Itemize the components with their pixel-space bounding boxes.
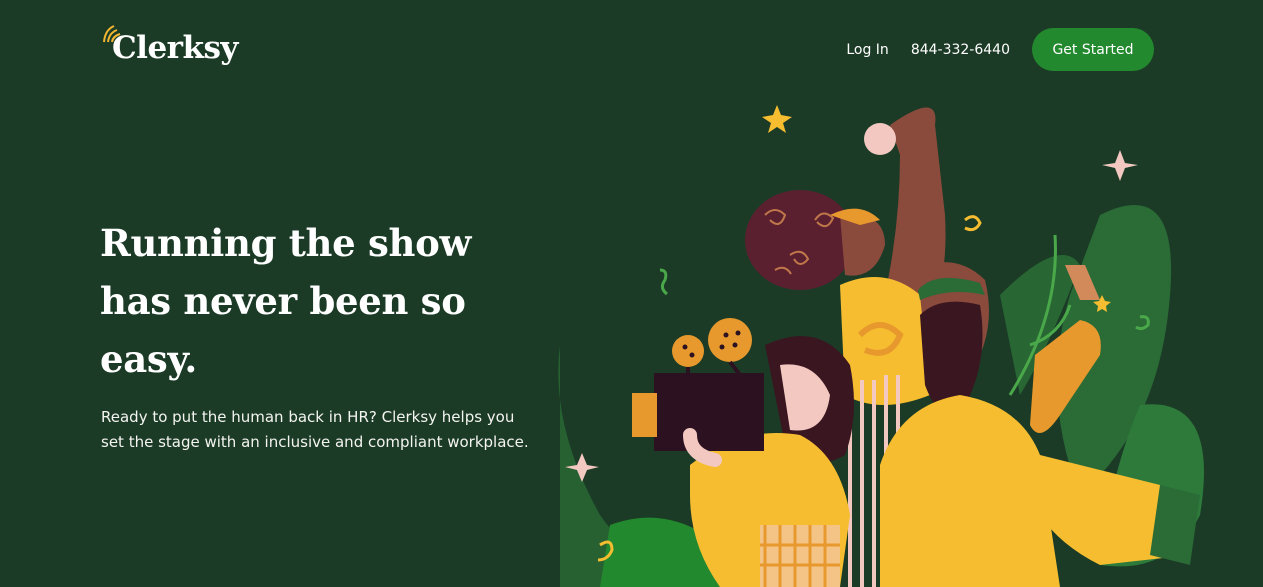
- get-started-button[interactable]: Get Started: [1032, 28, 1154, 71]
- camera-icon: [654, 373, 764, 451]
- logo-text: Clerksy: [112, 30, 238, 66]
- login-link[interactable]: Log In: [846, 42, 888, 58]
- site-header: Clerksy Log In 844-332-6440 Get Started: [0, 0, 1263, 100]
- phone-link[interactable]: 844-332-6440: [911, 42, 1010, 58]
- hero-illustration: [558, 105, 1204, 587]
- logo-mark-icon: [103, 25, 121, 43]
- hero-title: Running the show has never been so easy.: [100, 221, 472, 381]
- logo[interactable]: Clerksy: [102, 24, 238, 72]
- hero-subtitle: Ready to put the human back in HR? Clerk…: [101, 408, 529, 451]
- sparkle-icon: [1102, 150, 1138, 181]
- top-nav: Log In 844-332-6440 Get Started: [846, 28, 1154, 71]
- star-icon: [762, 105, 792, 133]
